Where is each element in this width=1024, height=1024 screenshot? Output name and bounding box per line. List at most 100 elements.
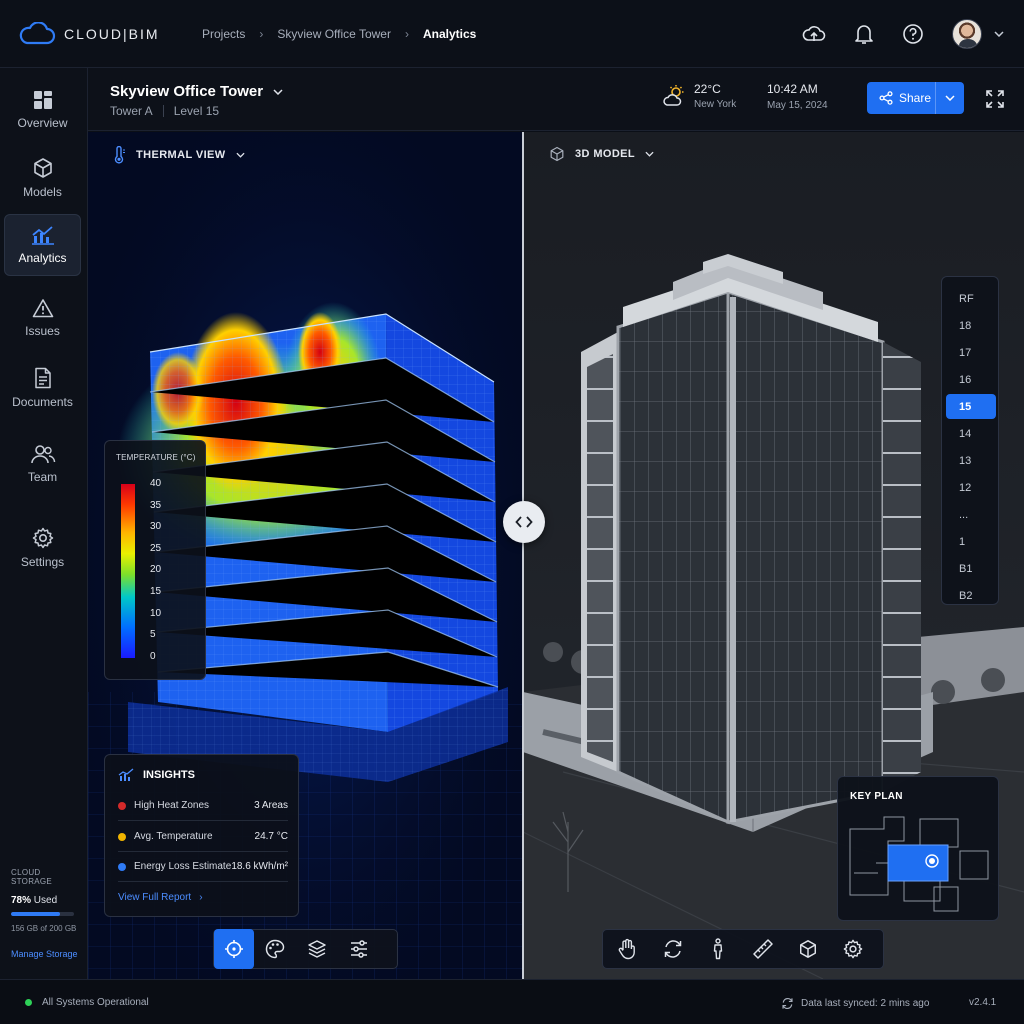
insight-label: Avg. Temperature: [134, 831, 213, 842]
share-button[interactable]: Share: [867, 82, 936, 114]
sidebar-item-label: Analytics: [18, 251, 67, 265]
help-icon[interactable]: [902, 23, 924, 45]
key-plan-title: KEY PLAN: [850, 791, 903, 802]
level-item-15[interactable]: 15: [946, 394, 996, 419]
brand-logo[interactable]: CLOUD|BIM: [0, 21, 190, 46]
key-plan: KEY PLAN: [837, 776, 999, 921]
legend-tick-label: 15: [150, 586, 162, 597]
sidebar-item-team[interactable]: Team: [4, 434, 81, 494]
level-item-RF[interactable]: RF: [946, 286, 996, 311]
chevron-right-icon: ›: [404, 26, 409, 41]
level-item-B1[interactable]: B1: [946, 556, 996, 581]
storage-label: CLOUD STORAGE: [11, 868, 53, 886]
weather-widget: 22°C New York: [662, 82, 736, 110]
chevron-down-icon: [645, 151, 654, 157]
project-header: Skyview Office Tower Tower A Level 15 22…: [88, 68, 1024, 131]
breadcrumb-projects[interactable]: Projects: [202, 27, 245, 41]
level-item-moremoremore[interactable]: ...: [946, 502, 996, 527]
sidebar-item-label: Documents: [12, 395, 73, 409]
sidebar-item-label: Settings: [20, 555, 65, 569]
view-settings-button[interactable]: [830, 929, 875, 969]
cloud-upload-icon[interactable]: [802, 24, 826, 44]
sidebar-item-issues[interactable]: Issues: [4, 288, 81, 348]
chevron-down-icon: [273, 88, 283, 95]
legend-tick-label: 20: [150, 564, 162, 576]
sliders-icon: [349, 940, 369, 958]
chevron-down-icon: [945, 95, 955, 101]
cube-icon: [798, 939, 818, 959]
insight-label: High Heat Zones: [134, 800, 210, 811]
orbit-tool-button[interactable]: [650, 929, 695, 969]
sync-status[interactable]: Data last synced: 2 mins ago: [781, 997, 929, 1010]
measure-tool-button[interactable]: [740, 929, 785, 969]
grid-icon: [33, 90, 53, 110]
temperature-legend: TEMPERATURE (°C) 40 35 30 25 20 15 10 5 0: [104, 440, 206, 680]
sidebar-item-overview[interactable]: Overview: [4, 80, 81, 140]
compare-divider[interactable]: [522, 132, 524, 979]
legend-tick-label: 10: [150, 607, 162, 619]
project-selector[interactable]: Skyview Office Tower: [110, 83, 283, 100]
level-item-1[interactable]: 1: [946, 529, 996, 554]
legend-tick-label: 25: [150, 542, 162, 554]
insight-label: Energy Loss Estimate: [134, 861, 232, 872]
share-button-group: Share: [867, 82, 964, 114]
crosshair-tool-button[interactable]: [214, 929, 254, 969]
date-time: 10:42 AM May 15, 2024: [767, 82, 828, 111]
temperature-color-ramp: [121, 484, 135, 658]
insights-title: INSIGHTS: [143, 769, 195, 781]
chevron-down-icon: [994, 31, 1004, 37]
thermal-view-selector[interactable]: THERMAL VIEW: [112, 146, 245, 164]
level-item-16[interactable]: 16: [946, 367, 996, 392]
compare-slider-handle[interactable]: [503, 501, 545, 543]
sidebar-item-analytics[interactable]: Analytics: [4, 214, 81, 276]
sidebar-item-documents[interactable]: Documents: [4, 358, 81, 418]
level-item-14[interactable]: 14: [946, 421, 996, 446]
storage-progress-bar: [11, 912, 74, 916]
hand-icon: [617, 938, 637, 960]
sidebar-item-label: Team: [27, 470, 58, 484]
pan-tool-button[interactable]: [603, 929, 650, 969]
chevron-right-icon: ›: [199, 892, 203, 903]
insight-row: High Heat Zones 3 Areas: [118, 791, 288, 821]
level-item-18[interactable]: 18: [946, 313, 996, 338]
chart-icon: [31, 225, 55, 245]
level-item-B2[interactable]: B2: [946, 583, 996, 608]
bell-icon[interactable]: [854, 23, 874, 45]
thermometer-icon: [112, 146, 126, 164]
team-icon: [30, 444, 56, 464]
status-indicator: [25, 999, 32, 1006]
gear-icon: [32, 527, 54, 549]
section-box-tool-button[interactable]: [785, 929, 830, 969]
view-full-report-link[interactable]: View Full Report ›: [118, 892, 203, 903]
thermal-toolbar: [213, 929, 398, 969]
layers-tool-button[interactable]: [296, 929, 338, 969]
palette-icon: [264, 939, 286, 959]
sidebar-item-settings[interactable]: Settings: [4, 518, 81, 578]
breadcrumb-project[interactable]: Skyview Office Tower: [277, 27, 391, 41]
palette-tool-button[interactable]: [254, 929, 296, 969]
sliders-tool-button[interactable]: [338, 929, 380, 969]
level-item-13[interactable]: 13: [946, 448, 996, 473]
level-item-12[interactable]: 12: [946, 475, 996, 500]
storage-progress-fill: [11, 912, 61, 916]
user-menu[interactable]: [952, 19, 1004, 49]
sidebar-item-models[interactable]: Models: [4, 148, 81, 208]
key-plan-map[interactable]: [848, 815, 990, 913]
document-icon: [34, 367, 52, 389]
storage-size: 156 GB of 200 GB: [11, 924, 77, 933]
walk-tool-button[interactable]: [695, 929, 740, 969]
manage-storage-link[interactable]: Manage Storage: [11, 949, 81, 959]
current-time: 10:42 AM: [767, 82, 818, 96]
legend-tick-label: 0: [150, 650, 156, 662]
chevron-right-icon: ›: [259, 26, 264, 41]
status-bar: All Systems Operational Data last synced…: [0, 979, 1024, 1024]
model-view-selector[interactable]: 3D MODEL: [549, 146, 654, 162]
sync-text: Data last synced: 2 mins ago: [801, 998, 930, 1009]
chevron-down-icon: [235, 152, 245, 158]
legend-tick-label: 30: [150, 521, 162, 533]
level-item-17[interactable]: 17: [946, 340, 996, 365]
fullscreen-button[interactable]: [985, 89, 1005, 109]
avatar[interactable]: [952, 19, 982, 49]
building-name: Tower A: [110, 104, 153, 118]
share-options-button[interactable]: [936, 95, 964, 101]
